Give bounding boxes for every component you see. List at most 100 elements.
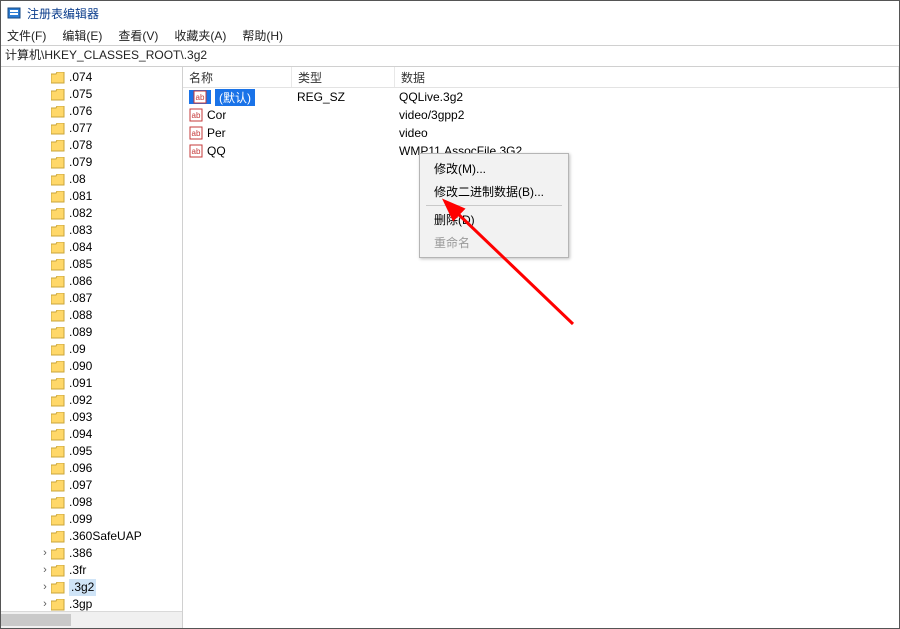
menu-view[interactable]: 查看(V) (118, 27, 158, 44)
tree-node-label: .098 (69, 494, 92, 511)
col-header-data[interactable]: 数据 (395, 67, 899, 87)
list-header: 名称 类型 数据 (183, 67, 899, 88)
tree-node-label: .091 (69, 375, 92, 392)
value-row[interactable]: abCorvideo/3gpp2 (183, 106, 899, 124)
col-header-type[interactable]: 类型 (292, 67, 395, 87)
tree-node-label: .088 (69, 307, 92, 324)
tree-node[interactable]: .096 (5, 460, 182, 477)
value-row[interactable]: ab(默认)REG_SZQQLive.3g2 (183, 88, 899, 106)
tree-node[interactable]: .08 (5, 171, 182, 188)
folder-icon (51, 344, 65, 356)
address-bar[interactable]: 计算机\HKEY_CLASSES_ROOT\.3g2 (1, 45, 899, 67)
tree-node[interactable]: .090 (5, 358, 182, 375)
tree-pane[interactable]: .074 .075 .076 .077 .078 .079 .08 .081 .… (1, 67, 183, 628)
tree-node[interactable]: .079 (5, 154, 182, 171)
tree-node[interactable]: .086 (5, 273, 182, 290)
tree-node-label: .092 (69, 392, 92, 409)
folder-icon (51, 582, 65, 594)
tree-node[interactable]: › .3g2 (5, 579, 182, 596)
folder-icon (51, 497, 65, 509)
tree-node-label: .079 (69, 154, 92, 171)
tree-node[interactable]: .097 (5, 477, 182, 494)
tree-node-label: .089 (69, 324, 92, 341)
tree-node-label: .3g2 (69, 579, 96, 596)
ctx-delete[interactable]: 删除(D) (422, 208, 566, 231)
horizontal-scrollbar[interactable] (1, 611, 182, 628)
tree-node[interactable]: .085 (5, 256, 182, 273)
string-value-icon: ab (189, 90, 211, 104)
menubar: 文件(F) 编辑(E) 查看(V) 收藏夹(A) 帮助(H) (1, 25, 899, 45)
titlebar: 注册表编辑器 (1, 1, 899, 25)
col-header-name[interactable]: 名称 (183, 67, 292, 87)
tree-node[interactable]: .092 (5, 392, 182, 409)
tree-node[interactable]: .093 (5, 409, 182, 426)
tree-node[interactable]: .074 (5, 69, 182, 86)
tree-node-label: .094 (69, 426, 92, 443)
tree-node[interactable]: .087 (5, 290, 182, 307)
value-name: Per (207, 126, 226, 140)
folder-icon (51, 361, 65, 373)
tree-node-label: .078 (69, 137, 92, 154)
ctx-modify-bin[interactable]: 修改二进制数据(B)... (422, 180, 566, 203)
tree-node-label: .082 (69, 205, 92, 222)
value-name: QQ (207, 144, 226, 158)
tree-node[interactable]: .091 (5, 375, 182, 392)
tree-node[interactable]: .098 (5, 494, 182, 511)
tree-node[interactable]: .084 (5, 239, 182, 256)
tree-node[interactable]: .082 (5, 205, 182, 222)
folder-icon (51, 310, 65, 322)
tree-node-label: .076 (69, 103, 92, 120)
tree-node-label: .3fr (69, 562, 86, 579)
folder-icon (51, 208, 65, 220)
tree-node[interactable]: .360SafeUAP (5, 528, 182, 545)
tree-node-label: .099 (69, 511, 92, 528)
tree-node[interactable]: .089 (5, 324, 182, 341)
folder-icon (51, 531, 65, 543)
tree-node[interactable]: .095 (5, 443, 182, 460)
folder-icon (51, 276, 65, 288)
folder-icon (51, 89, 65, 101)
folder-icon (51, 565, 65, 577)
menu-help[interactable]: 帮助(H) (242, 27, 283, 44)
tree-node[interactable]: .078 (5, 137, 182, 154)
tree-node[interactable]: .076 (5, 103, 182, 120)
tree-node[interactable]: .09 (5, 341, 182, 358)
folder-icon (51, 242, 65, 254)
menu-file[interactable]: 文件(F) (7, 27, 46, 44)
tree-node[interactable]: › .386 (5, 545, 182, 562)
tree-node[interactable]: .088 (5, 307, 182, 324)
svg-text:ab: ab (192, 129, 201, 138)
tree-node-label: .360SafeUAP (69, 528, 142, 545)
ctx-rename: 重命名 (422, 231, 566, 254)
tree-node-label: .084 (69, 239, 92, 256)
tree-node[interactable]: .094 (5, 426, 182, 443)
tree-node[interactable]: .075 (5, 86, 182, 103)
tree-node-label: .087 (69, 290, 92, 307)
expand-toggle-icon[interactable]: › (39, 579, 51, 596)
expand-toggle-icon[interactable]: › (39, 562, 51, 579)
tree-node-label: .090 (69, 358, 92, 375)
string-value-icon: ab (189, 108, 203, 122)
tree-node-label: .095 (69, 443, 92, 460)
folder-icon (51, 140, 65, 152)
value-list-pane[interactable]: 名称 类型 数据 ab(默认)REG_SZQQLive.3g2abCorvide… (183, 67, 899, 628)
folder-icon (51, 157, 65, 169)
tree-node[interactable]: .083 (5, 222, 182, 239)
tree-node-label: .386 (69, 545, 92, 562)
tree-node[interactable]: .077 (5, 120, 182, 137)
folder-icon (51, 429, 65, 441)
menu-edit[interactable]: 编辑(E) (62, 27, 102, 44)
tree-node-label: .075 (69, 86, 92, 103)
scrollbar-thumb[interactable] (1, 614, 71, 626)
string-value-icon: ab (189, 144, 203, 158)
tree-node[interactable]: .081 (5, 188, 182, 205)
tree-node[interactable]: › .3fr (5, 562, 182, 579)
tree-node[interactable]: .099 (5, 511, 182, 528)
tree-node-label: .085 (69, 256, 92, 273)
tree-node-label: .097 (69, 477, 92, 494)
value-row[interactable]: abPervideo (183, 124, 899, 142)
ctx-modify[interactable]: 修改(M)... (422, 157, 566, 180)
folder-icon (51, 327, 65, 339)
menu-fav[interactable]: 收藏夹(A) (174, 27, 226, 44)
expand-toggle-icon[interactable]: › (39, 545, 51, 562)
